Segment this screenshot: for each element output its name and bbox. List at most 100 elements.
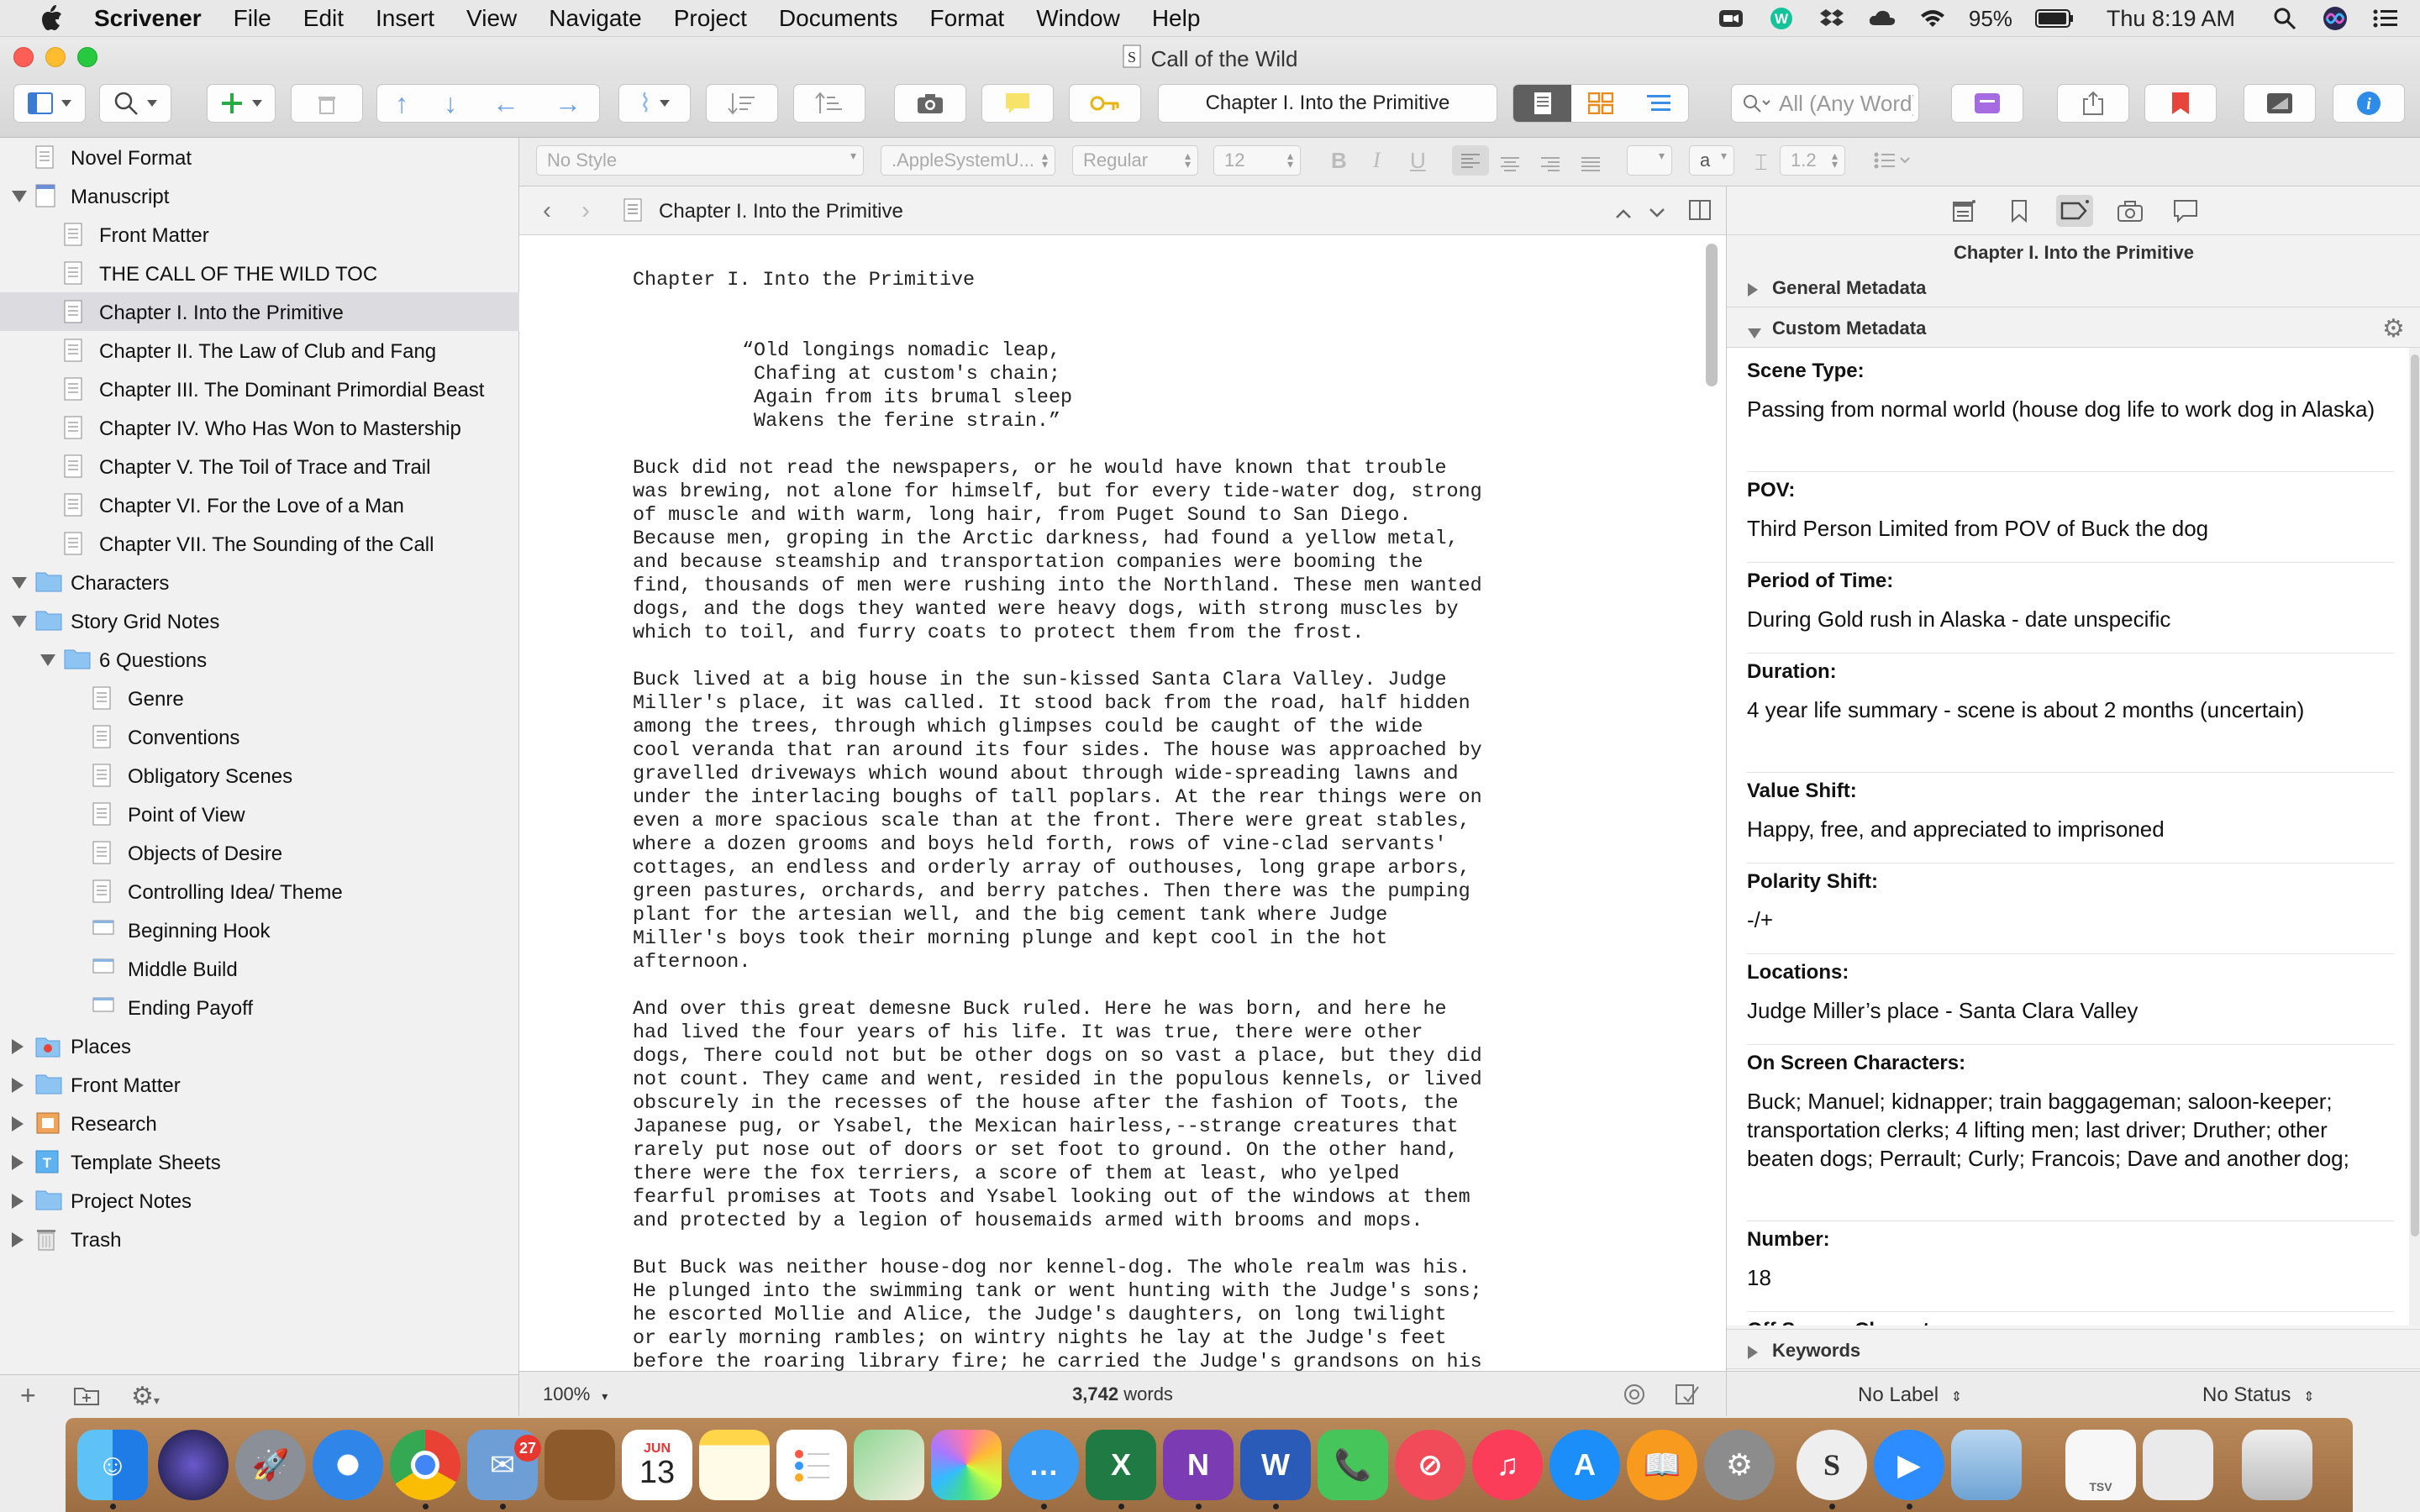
menu-help[interactable]: Help	[1152, 5, 1201, 32]
status-select[interactable]: No Status ⇕	[2202, 1383, 2314, 1407]
dropbox-icon[interactable]	[1818, 6, 1846, 31]
scrivener-icon[interactable]: S	[1797, 1430, 1867, 1500]
body-paragraph[interactable]: Buck lived at a big house in the sun-kis…	[633, 669, 1523, 974]
binder-item[interactable]: Characters	[0, 563, 519, 601]
paragraph-style-select[interactable]: No Style ▾	[536, 145, 864, 176]
menu-view[interactable]: View	[466, 5, 517, 32]
binder-settings-gear-icon[interactable]: ⚙▾	[131, 1382, 160, 1411]
target-icon[interactable]	[1623, 1383, 1645, 1410]
view-document-button[interactable]	[1513, 85, 1572, 122]
font-family-select[interactable]: .AppleSystemU... ▴ ▾	[881, 145, 1055, 176]
spotlight-search-icon[interactable]	[2270, 6, 2299, 31]
binder-item[interactable]: Research	[0, 1104, 519, 1142]
photos-icon[interactable]	[931, 1430, 1002, 1500]
binder-item[interactable]: THE CALL OF THE WILD TOC	[0, 254, 519, 292]
menu-navigate[interactable]: Navigate	[549, 5, 642, 32]
view-corkboard-button[interactable]	[1571, 85, 1629, 122]
metadata-field[interactable]: Off Screen Characters:Every tide-water d…	[1747, 1319, 2394, 1326]
binder-item[interactable]: Trash	[0, 1220, 519, 1258]
move-right-icon[interactable]: →	[555, 88, 581, 119]
disclosure-closed-icon[interactable]	[1747, 281, 1759, 302]
notification-center-icon[interactable]	[2371, 6, 2400, 31]
messages-icon[interactable]: …	[1008, 1430, 1079, 1500]
binder-item[interactable]: Controlling Idea/ Theme	[0, 872, 519, 911]
apple-menu-icon[interactable]	[34, 0, 69, 37]
navigate-back-icon[interactable]: ‹	[543, 197, 551, 225]
grammarly-icon[interactable]: W	[1767, 6, 1796, 31]
books-icon[interactable]: 📖	[1627, 1430, 1697, 1500]
metadata-field-value[interactable]: Judge Miller’s place - Santa Clara Valle…	[1747, 996, 2394, 1025]
disclosure-closed-icon[interactable]	[12, 1194, 24, 1209]
bold-button[interactable]: B	[1331, 148, 1347, 174]
binder-item[interactable]: Ending Payoff	[0, 988, 519, 1026]
metadata-field-value[interactable]: 18	[1747, 1263, 2394, 1292]
add-document-button[interactable]	[207, 84, 276, 123]
binder-item[interactable]: Conventions	[0, 717, 519, 756]
inspector-scrollbar[interactable]	[2409, 348, 2420, 1326]
menu-format[interactable]: Format	[930, 5, 1005, 32]
binder-item[interactable]: Obligatory Scenes	[0, 756, 519, 795]
view-mode-group[interactable]	[1512, 84, 1689, 123]
view-layout-button[interactable]	[13, 84, 86, 123]
previous-document-icon[interactable]	[1615, 202, 1632, 225]
next-document-icon[interactable]	[1649, 202, 1665, 225]
menu-file[interactable]: File	[234, 5, 271, 32]
chrome-icon[interactable]	[390, 1430, 460, 1500]
binder-item[interactable]: Front Matter	[0, 215, 519, 254]
composition-mode-button[interactable]	[1951, 84, 2023, 123]
body-paragraph[interactable]: But Buck was neither house-dog nor kenne…	[633, 1257, 1523, 1371]
tab-snapshots[interactable]	[2112, 195, 2149, 227]
metadata-field[interactable]: Polarity Shift: -/+	[1747, 870, 2394, 954]
move-left-icon[interactable]: ←	[492, 88, 519, 119]
metadata-field[interactable]: Scene Type: Passing from normal world (ho…	[1747, 360, 2394, 472]
binder-item[interactable]: Genre	[0, 679, 519, 717]
metadata-field[interactable]: Locations: Judge Miller’s place - Santa C…	[1747, 961, 2394, 1045]
metadata-field[interactable]: Value Shift: Happy, free, and appreciated…	[1747, 780, 2394, 864]
metadata-field[interactable]: Duration: 4 year life summary - scene is …	[1747, 660, 2394, 773]
metadata-field-value[interactable]: Buck; Manuel; kidnapper; train baggagema…	[1747, 1087, 2394, 1173]
close-window-button[interactable]	[13, 47, 34, 67]
tab-metadata[interactable]	[2056, 195, 2093, 227]
siri-dock-icon[interactable]	[158, 1430, 229, 1500]
binder-item[interactable]: Objects of Desire	[0, 833, 519, 872]
metadata-field-value[interactable]: 4 year life summary - scene is about 2 m…	[1747, 696, 2394, 724]
binder-item[interactable]: Manuscript	[0, 176, 519, 215]
line-spacing-select[interactable]: 1.2 ▴ ▾	[1780, 145, 1845, 176]
binder-item[interactable]: Chapter II. The Law of Club and Fang	[0, 331, 519, 370]
notes-icon[interactable]	[699, 1430, 770, 1500]
siri-icon[interactable]	[2321, 6, 2349, 31]
menu-project[interactable]: Project	[674, 5, 747, 32]
sort-ascending-button[interactable]	[706, 84, 778, 123]
manuscript-text[interactable]: Chapter I. Into the Primitive “Old longi…	[633, 269, 1523, 1371]
news-icon[interactable]: ⊘	[1395, 1430, 1465, 1500]
binder-item[interactable]: Chapter V. The Toil of Trace and Trail	[0, 447, 519, 486]
dock-trash-icon[interactable]	[2242, 1430, 2312, 1500]
binder-item[interactable]: Middle Build	[0, 949, 519, 988]
icloud-icon[interactable]	[1868, 6, 1897, 31]
zoom-app-icon[interactable]: ▶	[1874, 1430, 1944, 1500]
add-item-icon[interactable]: +	[20, 1380, 36, 1411]
disclosure-closed-icon[interactable]	[1747, 1343, 1759, 1365]
binder-item[interactable]: Project Notes	[0, 1181, 519, 1220]
binder-item[interactable]: Places	[0, 1026, 519, 1065]
binder-item[interactable]: Chapter VI. For the Love of a Man	[0, 486, 519, 524]
metadata-field[interactable]: Number: 18	[1747, 1228, 2394, 1312]
disclosure-closed-icon[interactable]	[12, 1155, 24, 1170]
disclosure-open-icon[interactable]	[12, 191, 27, 202]
battery-icon[interactable]	[2034, 6, 2075, 31]
view-outliner-button[interactable]	[1630, 85, 1688, 122]
tab-comments[interactable]	[2167, 195, 2204, 227]
system-preferences-icon[interactable]: ⚙	[1704, 1430, 1775, 1500]
binder-item[interactable]: Front Matter	[0, 1065, 519, 1104]
editor-document-title[interactable]: Chapter I. Into the Primitive	[659, 200, 903, 223]
metadata-field[interactable]: POV: Third Person Limited from POV of Buc…	[1747, 479, 2394, 563]
tab-bookmarks[interactable]	[2001, 195, 2038, 227]
align-right-icon[interactable]	[1541, 154, 1560, 177]
app-store-icon[interactable]: A	[1549, 1430, 1620, 1500]
binder-item[interactable]: Story Grid Notes	[0, 601, 519, 640]
attachment-button[interactable]: ⌇	[618, 84, 691, 123]
align-left-button[interactable]	[1452, 145, 1489, 176]
facetime-icon[interactable]: 📞	[1318, 1430, 1388, 1500]
word-icon[interactable]: W	[1240, 1430, 1311, 1500]
binder-item[interactable]: T Template Sheets	[0, 1142, 519, 1181]
